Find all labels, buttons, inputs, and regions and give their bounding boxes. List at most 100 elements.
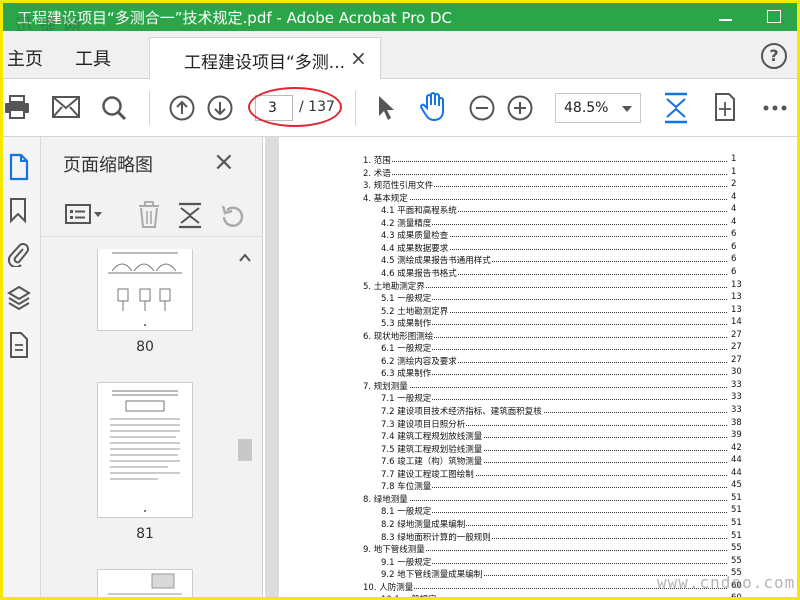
toc-entry-page: 6	[731, 254, 737, 265]
toc-entry-page: 13	[731, 304, 742, 315]
rotate-view-icon[interactable]	[713, 92, 737, 122]
toc-entry-title: 6.3 成果制作	[381, 367, 433, 380]
tab-close-icon[interactable]: ×	[350, 46, 367, 70]
maximize-button[interactable]	[763, 5, 785, 27]
toc-entry-title: 4.3 成果质量检查	[381, 229, 450, 242]
tab-document[interactable]: 工程建设项目“多测... ×	[149, 37, 381, 80]
toc-entry[interactable]: 5.2 土地勘测定界 13	[279, 304, 797, 317]
fit-page-icon[interactable]	[663, 91, 689, 125]
toc-entry[interactable]: 4.4 成果数据要求 6	[279, 241, 797, 254]
toc-entry[interactable]: 7.1 一般规定 33	[279, 392, 797, 405]
toc-entry[interactable]: 4.3 成果质量检查 6	[279, 229, 797, 242]
toc-entry[interactable]: 4.1 平面和高程系统 4	[279, 204, 797, 217]
next-page-icon[interactable]	[207, 95, 233, 121]
toc-entry-page: 55	[731, 543, 742, 554]
toc-entry[interactable]: 6. 现状地形图测绘 27	[279, 329, 797, 342]
toc-entry-page: 27	[731, 342, 742, 353]
tab-tools[interactable]: 工具	[75, 45, 111, 71]
toc-entry[interactable]: 7.5 建筑工程规划验线测量 42	[279, 442, 797, 455]
toc-entry[interactable]: 4.6 成果报告书格式 6	[279, 266, 797, 279]
toc-entry-title: 6.1 一般规定	[381, 342, 433, 355]
toc-entry-title: 7.7 建设工程竣工图绘制	[381, 467, 475, 480]
toc-entry-title: 7.4 建筑工程规划放线测量	[381, 430, 484, 443]
toc-entry[interactable]: 2. 术语 1	[279, 166, 797, 179]
toc-entry[interactable]: 3. 规范性引用文件 2	[279, 179, 797, 192]
undo-icon[interactable]	[219, 203, 245, 229]
scrollbar-thumb[interactable]	[238, 439, 252, 461]
page-thumbnails-icon[interactable]	[7, 153, 29, 181]
zoom-select[interactable]: 48.5%	[555, 93, 641, 123]
scroll-up-icon[interactable]	[239, 253, 251, 263]
toc-entry-title: 5.1 一般规定	[381, 292, 433, 305]
thumbnail-page-82[interactable]	[97, 569, 193, 597]
toc-leader-dots	[381, 349, 727, 351]
toc-entry-page: 4	[731, 204, 737, 215]
toc-entry-page: 13	[731, 279, 742, 290]
toc-entry-title: 7.3 建设项目日照分析	[381, 417, 467, 430]
toc-entry[interactable]: 8. 绿地测量 51	[279, 492, 797, 505]
toc-entry-title: 5.2 土地勘测定界	[381, 304, 450, 317]
toc-entry[interactable]: 9. 地下管线测量 55	[279, 543, 797, 556]
toc-entry[interactable]: 1. 范围 1	[279, 154, 797, 166]
layers-icon[interactable]	[7, 285, 31, 311]
help-button[interactable]: ?	[761, 43, 787, 69]
toc-entry-page: 33	[731, 392, 742, 403]
hand-tool-icon[interactable]	[419, 92, 447, 122]
toc-entry-page: 6	[731, 229, 737, 240]
toc-entry[interactable]: 7. 规划测量 33	[279, 379, 797, 392]
toc-entry-title: 10. 人防测量	[363, 580, 415, 593]
toc-entry[interactable]: 4.5 测绘成果报告书通用样式 6	[279, 254, 797, 267]
toc-entry[interactable]: 6.3 成果制作 30	[279, 367, 797, 380]
toc-entry[interactable]: 6.2 测绘内容及要求 27	[279, 354, 797, 367]
toc-entry-title: 7.5 建筑工程规划验线测量	[381, 442, 484, 455]
previous-page-icon[interactable]	[169, 95, 195, 121]
zoom-out-icon[interactable]	[469, 95, 495, 121]
toc-entry[interactable]: 5.1 一般规定 13	[279, 292, 797, 305]
tab-bar: 主页 工具 工程建设项目“多测... × ?	[3, 31, 797, 80]
toc-entry-page: 51	[731, 505, 742, 516]
toc-leader-dots	[381, 223, 727, 225]
attachments-icon[interactable]	[7, 241, 29, 267]
document-properties-icon[interactable]	[7, 331, 29, 359]
thumbnail-label: 81	[136, 526, 154, 542]
toc-leader-dots	[363, 173, 727, 175]
thumbnail-options-icon[interactable]	[65, 203, 105, 227]
toc-entry[interactable]: 10.1 一般规定 60	[279, 593, 797, 597]
thumbnail-page-81[interactable]	[97, 382, 193, 518]
toc-entry[interactable]: 4.2 测量精度 4	[279, 216, 797, 229]
search-icon[interactable]	[101, 95, 127, 121]
select-cursor-icon[interactable]	[376, 94, 396, 122]
toc-leader-dots	[381, 374, 727, 376]
toc-entry[interactable]: 5.3 成果制作 14	[279, 317, 797, 330]
toc-entry[interactable]: 7.3 建设项目日照分析 38	[279, 417, 797, 430]
zoom-in-icon[interactable]	[507, 95, 533, 121]
toc-entry[interactable]: 8.1 一般规定 51	[279, 505, 797, 518]
toc-entry[interactable]: 7.4 建筑工程规划放线测量 39	[279, 430, 797, 443]
toc-entry[interactable]: 7.6 竣工建（构）筑物测量 44	[279, 455, 797, 468]
toc-entry[interactable]: 5. 土地勘测定界 13	[279, 279, 797, 292]
toc-entry[interactable]: 7.7 建设工程竣工图绘制 44	[279, 467, 797, 480]
delete-page-icon[interactable]	[137, 201, 161, 229]
toc-entry[interactable]: 9.1 一般规定 55	[279, 555, 797, 568]
more-options-icon[interactable]	[763, 105, 787, 111]
print-icon[interactable]	[5, 94, 29, 120]
toc-leader-dots	[381, 487, 727, 489]
tab-home[interactable]: 主页	[7, 45, 43, 71]
toc-entry[interactable]: 7.8 车位测量 45	[279, 480, 797, 493]
thumbnail-page-80[interactable]	[97, 249, 193, 331]
page-layout-icon[interactable]	[177, 201, 203, 229]
toc-entry-page: 55	[731, 555, 742, 566]
toc-entry[interactable]: 8.2 绿地测量成果编制 51	[279, 517, 797, 530]
thumbnail-scrollbar[interactable]	[237, 249, 253, 597]
toc-entry[interactable]: 4. 基本规定 4	[279, 191, 797, 204]
chevron-down-icon	[622, 106, 632, 112]
title-bar: 工程建设项目“多测合一”技术规定.pdf - Adobe Acrobat Pro…	[3, 3, 797, 36]
toc-entry[interactable]: 7.2 建设项目技术经济指标、建筑面积复核 33	[279, 405, 797, 417]
toc-entry-page: 27	[731, 354, 742, 365]
toc-entry[interactable]: 8.3 绿地面积计算的一般规则 51	[279, 530, 797, 543]
email-icon[interactable]	[52, 96, 80, 118]
bookmarks-icon[interactable]	[7, 197, 29, 223]
toc-entry[interactable]: 6.1 一般规定 27	[279, 342, 797, 355]
minimize-button[interactable]	[715, 5, 737, 27]
panel-close-icon[interactable]: ×	[213, 147, 235, 177]
